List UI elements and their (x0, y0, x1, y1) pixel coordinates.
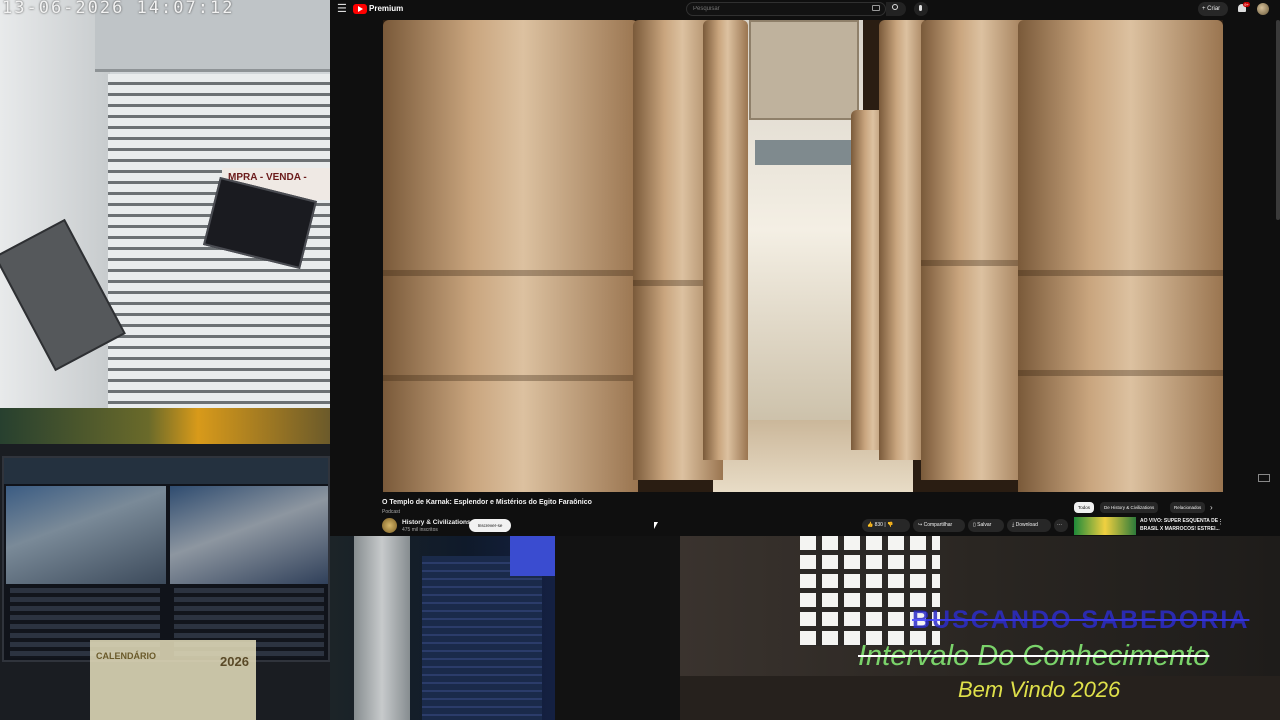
create-button[interactable]: + Criar (1198, 2, 1228, 16)
monitor-browser-bar (4, 458, 328, 484)
desk-monitor (2, 456, 330, 662)
thumbs-up-icon: 👍 (867, 522, 875, 528)
download-button[interactable]: ⤓ Download (1007, 519, 1051, 532)
share-label: Compartilhar (923, 522, 953, 528)
hamburger-menu-icon[interactable]: ☰ (337, 3, 349, 15)
overlay-subtitle: Intervalo Do Conhecimento (858, 640, 1210, 672)
channel-avatar[interactable] (382, 518, 397, 533)
more-actions-button[interactable]: ··· (1054, 519, 1068, 532)
calendar-year: 2026 (220, 654, 249, 669)
youtube-brand-label[interactable]: Premium (369, 4, 403, 13)
channel-subscriber-count: 475 mil inscritos (402, 527, 438, 533)
video-title: O Templo de Karnak: Esplendor e Mistério… (382, 499, 592, 506)
notification-badge: 9+ (1243, 2, 1250, 7)
temple-beam (755, 140, 851, 165)
camera-timestamp: 13-06-2026 14:07:12 (2, 0, 235, 18)
suggested-video-title[interactable]: AO VIVO: SUPER ESQUENTA DE (1140, 518, 1218, 524)
overlay-title: BUSCANDO SABEDORIA (912, 606, 1250, 634)
monitor-video-pane (170, 486, 328, 584)
search-icon[interactable] (892, 4, 898, 10)
fullscreen-icon[interactable] (1258, 474, 1270, 482)
temple-column (921, 20, 1031, 480)
channel-name[interactable]: History & Civilizations (402, 519, 471, 526)
thumbs-down-icon[interactable]: | 👎 (884, 522, 893, 528)
like-button[interactable]: 👍 830 | 👎 (862, 519, 910, 532)
chip-related[interactable]: Relacionados (1170, 502, 1206, 513)
monitor-video-pane (6, 486, 166, 584)
video-subtag[interactable]: Podcast (382, 509, 400, 515)
video-player[interactable] (383, 20, 1223, 492)
user-avatar[interactable] (1257, 3, 1269, 15)
temple-lintel (749, 20, 859, 120)
save-label: Salvar (977, 522, 992, 528)
temple-column (703, 20, 748, 460)
suggested-video-title[interactable]: BRASIL X MARROCOS! ESTREI... (1140, 526, 1220, 532)
bottle-figure (354, 536, 410, 720)
save-button[interactable]: ▯ Salvar (968, 519, 1004, 532)
like-count: 830 (874, 522, 883, 528)
keyboard-icon[interactable] (872, 5, 880, 11)
temple-column (1018, 20, 1223, 492)
security-camera-feed: MPRA - VENDA - LOT (0, 0, 330, 408)
equipment-rack (422, 556, 542, 720)
kebab-menu-icon[interactable]: ⋮ (1217, 518, 1224, 526)
suggested-video-thumbnail[interactable] (1074, 517, 1136, 535)
mouse-cursor-icon (654, 522, 658, 529)
page-scrollbar[interactable] (1276, 20, 1280, 220)
chip-from-channel[interactable]: De History & Civilizations (1100, 502, 1159, 513)
chip-all[interactable]: Todos (1074, 502, 1095, 513)
temple-column (383, 20, 638, 492)
chevron-right-icon[interactable]: › (1210, 503, 1213, 512)
studio-camera-feed (330, 536, 555, 720)
mic-icon[interactable] (919, 5, 922, 11)
search-input[interactable] (686, 2, 886, 16)
dark-feed (555, 536, 680, 720)
blue-light (510, 536, 555, 576)
calendar-title: CALENDÁRIO (96, 651, 156, 661)
overlay-welcome: Bem Vindo 2026 (958, 677, 1121, 702)
youtube-logo-icon[interactable] (353, 4, 367, 14)
share-button[interactable]: ↪ Compartilhar (913, 519, 965, 532)
subscribe-button[interactable]: Inscrever-se (469, 519, 511, 532)
download-label: Download (1015, 522, 1038, 528)
desk-background-strip (0, 408, 330, 444)
